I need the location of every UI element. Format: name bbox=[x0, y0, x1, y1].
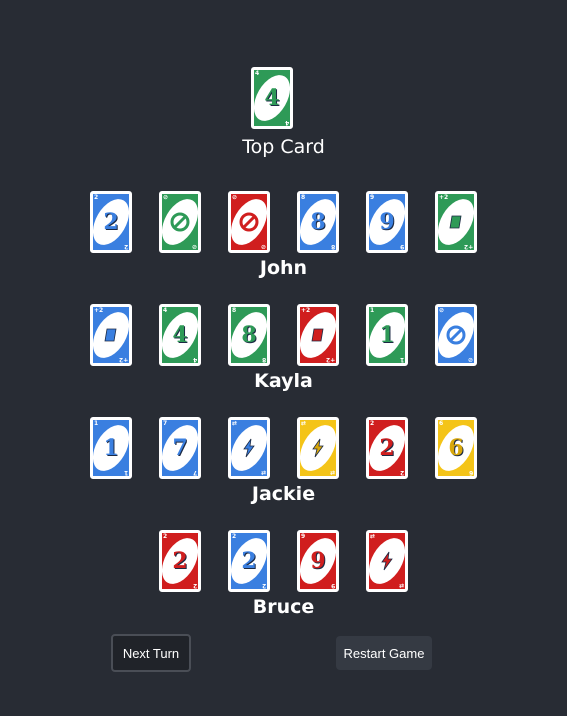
restart-game-button[interactable]: Restart Game bbox=[336, 636, 432, 670]
card-corner-index: ⊘ bbox=[467, 356, 473, 363]
card-value: 8 bbox=[241, 322, 257, 348]
top-card[interactable]: 4 4 4 bbox=[251, 67, 293, 129]
card-corner-index: ⇄ bbox=[329, 469, 335, 476]
card-value: 2 bbox=[103, 209, 119, 235]
card-value: 6 bbox=[448, 435, 464, 461]
card-corner-index: +2 bbox=[463, 243, 473, 250]
player-card-jackie-4[interactable]: ⇄ ⇄ bbox=[297, 417, 339, 479]
player-card-bruce-1[interactable]: 2 2 2 bbox=[159, 530, 201, 592]
card-corner-index: ⇄ bbox=[301, 420, 307, 427]
card-corner-index: 6 bbox=[439, 420, 444, 427]
player-card-john-6[interactable]: +2 +2 bbox=[435, 191, 477, 253]
card-corner-index: 2 bbox=[192, 582, 197, 589]
card-corner-index: ⇄ bbox=[260, 469, 266, 476]
card-corner-index: +2 bbox=[118, 356, 128, 363]
player-card-john-5[interactable]: 9 9 9 bbox=[366, 191, 408, 253]
card-value: 4 bbox=[264, 85, 280, 111]
card-value: 7 bbox=[172, 435, 188, 461]
card-corner-index: 1 bbox=[370, 307, 375, 314]
player-name-bruce: Bruce bbox=[252, 596, 315, 618]
card-corner-index: +2 bbox=[325, 356, 335, 363]
card-value: 2 bbox=[241, 548, 257, 574]
player-card-jackie-3[interactable]: ⇄ ⇄ bbox=[228, 417, 270, 479]
player-card-kayla-1[interactable]: +2 +2 bbox=[90, 304, 132, 366]
player-card-kayla-5[interactable]: 1 1 1 bbox=[366, 304, 408, 366]
card-corner-index: 1 bbox=[399, 356, 404, 363]
card-corner-index: ⊘ bbox=[232, 194, 238, 201]
player-card-john-4[interactable]: 8 8 8 bbox=[297, 191, 339, 253]
card-corner-index: 9 bbox=[399, 243, 404, 250]
card-corner-index: 2 bbox=[94, 194, 99, 201]
card-corner-index: 2 bbox=[163, 533, 168, 540]
card-corner-index: 1 bbox=[123, 469, 128, 476]
card-corner-index: ⊘ bbox=[163, 194, 169, 201]
card-corner-index: 4 bbox=[192, 356, 197, 363]
card-corner-index: 9 bbox=[370, 194, 375, 201]
card-corner-index: 2 bbox=[399, 469, 404, 476]
top-card-label: Top Card bbox=[242, 136, 325, 158]
player-card-john-1[interactable]: 2 2 2 bbox=[90, 191, 132, 253]
player-card-jackie-1[interactable]: 1 1 1 bbox=[90, 417, 132, 479]
player-card-jackie-5[interactable]: 2 2 2 bbox=[366, 417, 408, 479]
reverse-icon bbox=[369, 533, 405, 589]
player-card-jackie-6[interactable]: 6 6 6 bbox=[435, 417, 477, 479]
player-card-kayla-4[interactable]: +2 +2 bbox=[297, 304, 339, 366]
next-turn-button[interactable]: Next Turn bbox=[111, 634, 191, 672]
player-card-kayla-3[interactable]: 8 8 8 bbox=[228, 304, 270, 366]
player-name-jackie: Jackie bbox=[251, 483, 316, 505]
card-corner-index: 6 bbox=[468, 469, 473, 476]
card-corner-index: ⇄ bbox=[370, 533, 376, 540]
card-corner-index: 7 bbox=[163, 420, 168, 427]
draw2-icon bbox=[438, 194, 474, 250]
card-value: 1 bbox=[379, 322, 395, 348]
card-corner-index: 4 bbox=[255, 70, 260, 77]
skip-icon bbox=[438, 307, 474, 363]
card-corner-index: 1 bbox=[94, 420, 99, 427]
player-card-bruce-3[interactable]: 9 9 9 bbox=[297, 530, 339, 592]
card-corner-index: +2 bbox=[439, 194, 449, 201]
card-value: 4 bbox=[172, 322, 188, 348]
card-corner-index: 9 bbox=[301, 533, 306, 540]
card-corner-index: +2 bbox=[94, 307, 104, 314]
card-corner-index: 8 bbox=[301, 194, 306, 201]
player-card-kayla-2[interactable]: 4 4 4 bbox=[159, 304, 201, 366]
reverse-icon bbox=[300, 420, 336, 476]
card-corner-index: 2 bbox=[123, 243, 128, 250]
player-name-kayla: Kayla bbox=[254, 370, 313, 392]
draw2-icon bbox=[93, 307, 129, 363]
skip-icon bbox=[231, 194, 267, 250]
card-corner-index: 8 bbox=[261, 356, 266, 363]
reverse-icon bbox=[231, 420, 267, 476]
draw2-icon bbox=[300, 307, 336, 363]
card-corner-index: ⊘ bbox=[439, 307, 445, 314]
card-corner-index: 4 bbox=[163, 307, 168, 314]
card-corner-index: ⇄ bbox=[398, 582, 404, 589]
card-corner-index: 8 bbox=[232, 307, 237, 314]
card-corner-index: 2 bbox=[370, 420, 375, 427]
player-card-jackie-2[interactable]: 7 7 7 bbox=[159, 417, 201, 479]
card-corner-index: 2 bbox=[261, 582, 266, 589]
player-card-bruce-4[interactable]: ⇄ ⇄ bbox=[366, 530, 408, 592]
card-corner-index: ⊘ bbox=[260, 243, 266, 250]
card-corner-index: 8 bbox=[330, 243, 335, 250]
card-corner-index: +2 bbox=[301, 307, 311, 314]
card-value: 9 bbox=[379, 209, 395, 235]
card-value: 1 bbox=[103, 435, 119, 461]
card-corner-index: 4 bbox=[284, 119, 289, 126]
player-card-john-2[interactable]: ⊘ ⊘ bbox=[159, 191, 201, 253]
player-name-john: John bbox=[259, 257, 308, 279]
player-card-john-3[interactable]: ⊘ ⊘ bbox=[228, 191, 270, 253]
card-value: 2 bbox=[379, 435, 395, 461]
skip-icon bbox=[162, 194, 198, 250]
card-corner-index: ⊘ bbox=[191, 243, 197, 250]
card-corner-index: 7 bbox=[192, 469, 197, 476]
player-card-kayla-6[interactable]: ⊘ ⊘ bbox=[435, 304, 477, 366]
card-corner-index: 9 bbox=[330, 582, 335, 589]
card-value: 9 bbox=[310, 548, 326, 574]
player-card-bruce-2[interactable]: 2 2 2 bbox=[228, 530, 270, 592]
card-corner-index: ⇄ bbox=[232, 420, 238, 427]
card-value: 8 bbox=[310, 209, 326, 235]
card-value: 2 bbox=[172, 548, 188, 574]
card-corner-index: 2 bbox=[232, 533, 237, 540]
